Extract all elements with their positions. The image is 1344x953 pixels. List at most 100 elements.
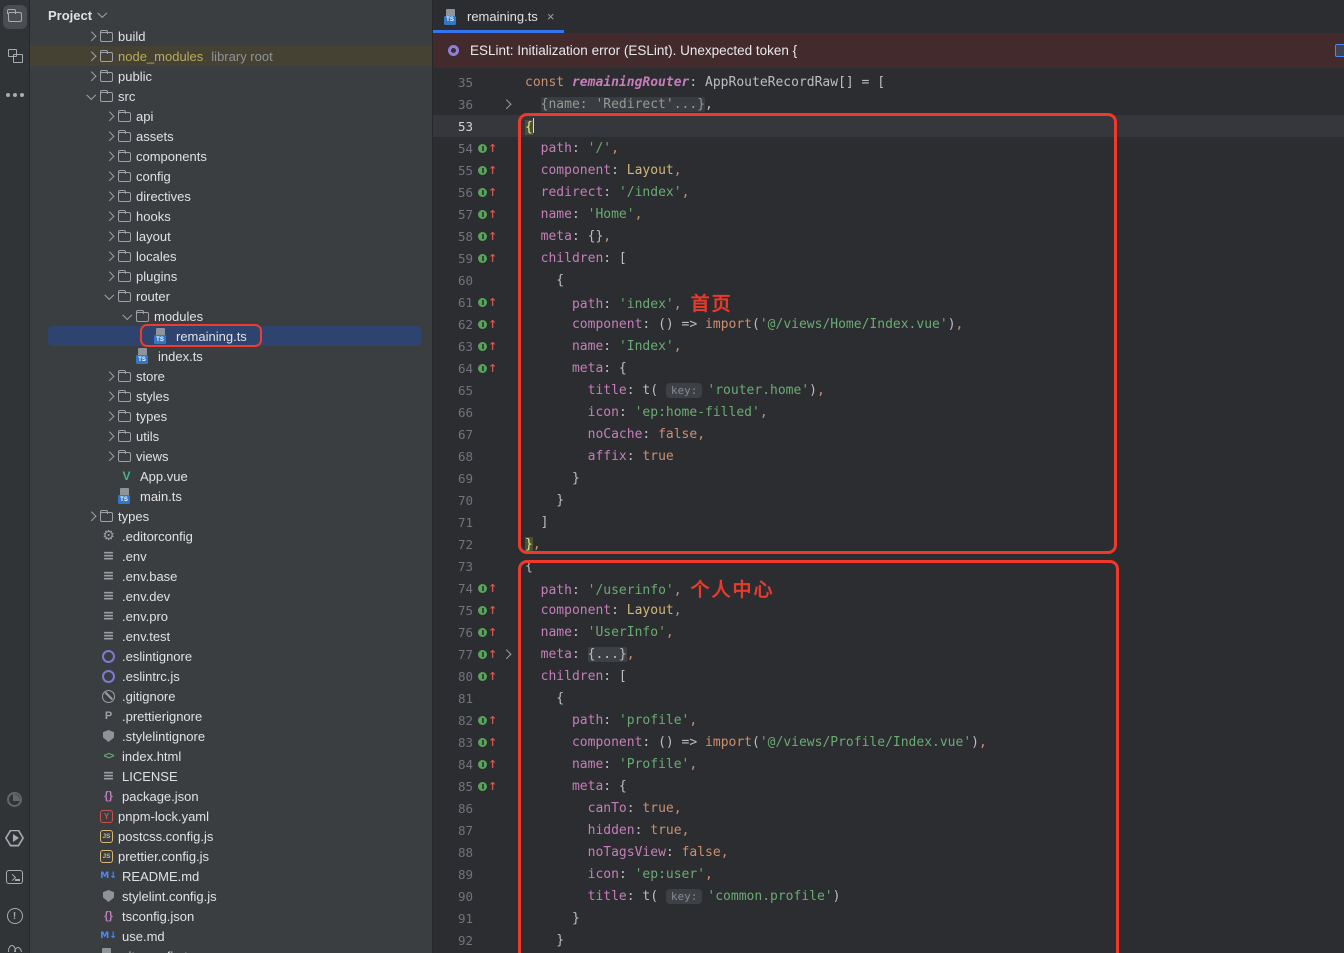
gutter-change-marker-icon[interactable]: ↑: [478, 230, 499, 243]
code-line-text[interactable]: hidden: true,: [525, 823, 689, 838]
line-number[interactable]: 91: [433, 911, 473, 926]
code-line-text[interactable]: name: 'UserInfo',: [525, 625, 674, 640]
code-line-text[interactable]: meta: {: [525, 361, 627, 376]
code-line-text[interactable]: }: [525, 493, 564, 508]
tree-item-package.json[interactable]: package.json: [30, 786, 432, 806]
line-number[interactable]: 70: [433, 493, 473, 508]
gutter-change-marker-icon[interactable]: ↑: [478, 164, 499, 177]
tree-item-styles[interactable]: styles: [30, 386, 432, 406]
tree-expand-chevron[interactable]: [100, 113, 118, 120]
tree-item-modules[interactable]: modules: [30, 306, 432, 326]
code-line-80[interactable]: 80↑ children: [: [433, 665, 1344, 687]
gutter-change-marker-icon[interactable]: ↑: [478, 296, 499, 309]
code-line-36[interactable]: 36 {name: 'Redirect'...},: [433, 93, 1344, 115]
tree-expand-chevron[interactable]: [100, 153, 118, 160]
code-line-85[interactable]: 85↑ meta: {: [433, 775, 1344, 797]
tree-item-router[interactable]: router: [30, 286, 432, 306]
tree-item-tsconfig.json[interactable]: tsconfig.json: [30, 906, 432, 926]
code-line-84[interactable]: 84↑ name: 'Profile',: [433, 753, 1344, 775]
code-line-82[interactable]: 82 ↑ path: 'profile',: [433, 709, 1344, 731]
gutter-change-marker-icon[interactable]: ↑: [478, 318, 499, 331]
code-line-61[interactable]: 61↑ path: 'index',首页: [433, 291, 1344, 313]
gutter-change-marker-icon[interactable]: ↑: [478, 780, 499, 793]
code-line-92[interactable]: 92 }: [433, 929, 1344, 951]
code-line-text[interactable]: {name: 'Redirect'...},: [525, 97, 713, 112]
code-line-text[interactable]: noTagsView: false,: [525, 845, 729, 860]
tree-item-remaining.ts[interactable]: remaining.ts: [30, 326, 432, 346]
gutter-change-marker-icon[interactable]: ↑: [478, 736, 499, 749]
code-line-text[interactable]: meta: {: [525, 779, 627, 794]
code-line-66[interactable]: 66 icon: 'ep:home-filled',: [433, 401, 1344, 423]
gutter-change-marker-icon[interactable]: ↑: [478, 362, 499, 375]
line-number[interactable]: 68: [433, 449, 473, 464]
tree-item-main.ts[interactable]: main.ts: [30, 486, 432, 506]
tree-expand-chevron[interactable]: [100, 133, 118, 140]
code-line-text[interactable]: }: [525, 911, 580, 926]
gutter-change-marker-icon[interactable]: ↑: [478, 604, 499, 617]
gutter-change-marker-icon[interactable]: ↑: [478, 340, 499, 353]
tree-item-README.md[interactable]: README.md: [30, 866, 432, 886]
tree-item-components[interactable]: components: [30, 146, 432, 166]
code-line-35[interactable]: 35const remainingRouter: AppRouteRecordR…: [433, 71, 1344, 93]
profiler-icon[interactable]: [3, 787, 27, 811]
tree-expand-chevron[interactable]: [100, 273, 118, 280]
tree-expand-chevron[interactable]: [100, 293, 118, 300]
tree-item-postcss.config.js[interactable]: postcss.config.js: [30, 826, 432, 846]
tree-item-stylelint.config.js[interactable]: stylelint.config.js: [30, 886, 432, 906]
tree-item-plugins[interactable]: plugins: [30, 266, 432, 286]
line-number[interactable]: 82: [433, 713, 473, 728]
code-line-87[interactable]: 87 hidden: true,: [433, 819, 1344, 841]
code-line-text[interactable]: }: [525, 933, 564, 948]
version-control-icon[interactable]: [3, 943, 27, 953]
tree-item-public[interactable]: public: [30, 66, 432, 86]
code-line-71[interactable]: 71 ]: [433, 511, 1344, 533]
gutter-change-marker-icon[interactable]: ↑: [478, 582, 499, 595]
line-number[interactable]: 65: [433, 383, 473, 398]
tree-item-hooks[interactable]: hooks: [30, 206, 432, 226]
tree-item-.prettierignore[interactable]: .prettierignore: [30, 706, 432, 726]
code-line-text[interactable]: component: () => import('@/views/Home/In…: [525, 317, 963, 332]
tree-expand-chevron[interactable]: [82, 73, 100, 80]
code-line-76[interactable]: 76↑ name: 'UserInfo',: [433, 621, 1344, 643]
code-line-text[interactable]: affix: true: [525, 449, 674, 464]
tree-item-.env.base[interactable]: .env.base: [30, 566, 432, 586]
line-number[interactable]: 80: [433, 669, 473, 684]
tree-item-.editorconfig[interactable]: .editorconfig: [30, 526, 432, 546]
code-line-64[interactable]: 64↑ meta: {: [433, 357, 1344, 379]
line-number[interactable]: 75: [433, 603, 473, 618]
code-line-text[interactable]: canTo: true,: [525, 801, 682, 816]
code-line-59[interactable]: 59↑ children: [: [433, 247, 1344, 269]
terminal-icon[interactable]: [3, 865, 27, 889]
code-line-86[interactable]: 86 canTo: true,: [433, 797, 1344, 819]
tree-item-.stylelintignore[interactable]: .stylelintignore: [30, 726, 432, 746]
tree-item-locales[interactable]: locales: [30, 246, 432, 266]
line-number[interactable]: 77: [433, 647, 473, 662]
code-line-text[interactable]: name: 'Profile',: [525, 757, 697, 772]
tree-expand-chevron[interactable]: [118, 313, 136, 320]
code-line-text[interactable]: path: 'profile',: [525, 713, 697, 728]
tree-item-.env[interactable]: .env: [30, 546, 432, 566]
code-editor[interactable]: 35const remainingRouter: AppRouteRecordR…: [433, 68, 1344, 953]
code-line-68[interactable]: 68 affix: true: [433, 445, 1344, 467]
line-number[interactable]: 90: [433, 889, 473, 904]
tree-expand-chevron[interactable]: [100, 373, 118, 380]
code-line-57[interactable]: 57↑ name: 'Home',: [433, 203, 1344, 225]
gutter-change-marker-icon[interactable]: ↑: [478, 714, 499, 727]
code-line-91[interactable]: 91 }: [433, 907, 1344, 929]
gutter-change-marker-icon[interactable]: ↑: [478, 208, 499, 221]
code-line-text[interactable]: name: 'Home',: [525, 207, 642, 222]
code-line-72[interactable]: 72},: [433, 533, 1344, 555]
tree-expand-chevron[interactable]: [82, 513, 100, 520]
code-line-text[interactable]: path: '/userinfo',个人中心: [525, 575, 775, 602]
code-line-text[interactable]: path: '/',: [525, 141, 619, 156]
line-number[interactable]: 89: [433, 867, 473, 882]
code-line-75[interactable]: 75↑ component: Layout,: [433, 599, 1344, 621]
line-number[interactable]: 35: [433, 75, 473, 90]
line-number[interactable]: 71: [433, 515, 473, 530]
tree-item-store[interactable]: store: [30, 366, 432, 386]
code-line-text[interactable]: children: [: [525, 251, 627, 266]
code-line-69[interactable]: 69 }: [433, 467, 1344, 489]
tree-item-types[interactable]: types: [30, 506, 432, 526]
code-line-67[interactable]: 67 noCache: false,: [433, 423, 1344, 445]
tree-item-.eslintignore[interactable]: .eslintignore: [30, 646, 432, 666]
